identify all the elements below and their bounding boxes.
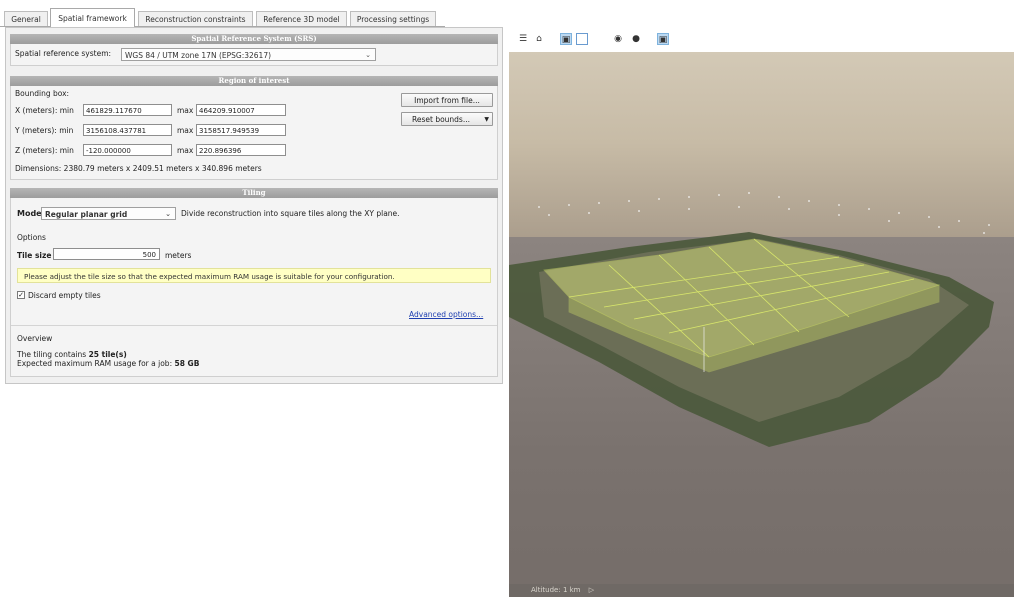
srs-label: Spatial reference system: — [15, 49, 112, 58]
scene-render — [509, 192, 994, 447]
x-max-label: max — [177, 106, 194, 115]
chevron-down-icon: ⌄ — [365, 51, 371, 59]
x-min-field[interactable]: 461829.117670 — [83, 104, 172, 116]
mode-select[interactable]: Regular planar grid ⌄ — [41, 207, 176, 220]
overview-divider — [11, 325, 497, 326]
tab-general[interactable]: General — [4, 11, 48, 26]
eye-icon[interactable]: ◉ — [612, 33, 624, 45]
overview-tile-count: 25 tile(s) — [88, 350, 127, 359]
tiling-section-header: Tiling — [10, 188, 498, 198]
tab-spatial-framework[interactable]: Spatial framework — [50, 8, 135, 27]
import-from-file-button[interactable]: Import from file... — [401, 93, 493, 107]
overview-line-ram: Expected maximum RAM usage for a job: 58… — [17, 359, 199, 368]
options-label: Options — [17, 233, 46, 242]
tab-processing-settings[interactable]: Processing settings — [350, 11, 436, 26]
chevron-down-icon: ⌄ — [165, 210, 171, 218]
cube-icon[interactable]: ▣ — [560, 33, 572, 45]
play-icon[interactable]: ▷ — [589, 586, 594, 594]
mode-select-value: Regular planar grid — [45, 210, 128, 219]
3d-viewport[interactable]: ☰ ⌂ ▣ ◉ ● ▣ Altitude: 1 km ▷ — [509, 27, 1014, 597]
dropdown-arrow-icon[interactable]: ▼ — [484, 113, 489, 127]
viewport-status-bar: Altitude: 1 km ▷ — [509, 584, 1014, 597]
mode-label: Mode — [17, 209, 42, 218]
tile-size-unit: meters — [165, 251, 192, 260]
tab-reference-3d-model[interactable]: Reference 3D model — [256, 11, 347, 26]
y-min-field[interactable]: 3156108.437781 — [83, 124, 172, 136]
y-max-field[interactable]: 3158517.949539 — [196, 124, 286, 136]
tiling-section: Mode Regular planar grid ⌄ Divide recons… — [10, 198, 498, 377]
srs-section-header: Spatial Reference System (SRS) — [10, 34, 498, 44]
spatial-framework-panel: Spatial Reference System (SRS) Spatial r… — [5, 27, 503, 384]
z-max-label: max — [177, 146, 194, 155]
overview-ram-value: 58 GB — [174, 359, 200, 368]
y-min-label: Y (meters): min — [15, 126, 74, 135]
srs-section: Spatial reference system: WGS 84 / UTM z… — [10, 44, 498, 66]
tab-reconstruction-constraints[interactable]: Reconstruction constraints — [138, 11, 253, 26]
roi-section: Bounding box: X (meters): min 461829.117… — [10, 86, 498, 180]
mode-description: Divide reconstruction into square tiles … — [181, 209, 400, 218]
discard-empty-tiles-checkbox[interactable]: ✓ — [17, 291, 25, 299]
z-max-field[interactable]: 220.896396 — [196, 144, 286, 156]
viewport-toolbar: ☰ ⌂ ▣ ◉ ● ▣ — [509, 27, 1014, 52]
srs-select[interactable]: WGS 84 / UTM zone 17N (EPSG:32617) ⌄ — [121, 48, 376, 61]
layers-icon[interactable]: ☰ — [517, 33, 529, 45]
bounding-box-label: Bounding box: — [15, 89, 70, 98]
advanced-options-link[interactable]: Advanced options... — [409, 310, 483, 319]
x-max-field[interactable]: 464209.910007 — [196, 104, 286, 116]
srs-select-value: WGS 84 / UTM zone 17N (EPSG:32617) — [125, 51, 272, 60]
camera-positions — [538, 192, 990, 234]
discard-empty-tiles-label: Discard empty tiles — [28, 291, 101, 300]
tile-cube-icon[interactable]: ▣ — [657, 33, 669, 45]
tile-size-label: Tile size — [17, 251, 52, 260]
z-min-label: Z (meters): min — [15, 146, 74, 155]
reset-bounds-label: Reset bounds... — [411, 115, 470, 124]
home-icon[interactable]: ⌂ — [533, 33, 545, 45]
z-min-field[interactable]: -120.000000 — [83, 144, 172, 156]
reset-bounds-button[interactable]: Reset bounds... ▼ — [401, 112, 493, 126]
overview-line-tiles: The tiling contains 25 tile(s) — [17, 350, 127, 359]
roi-section-header: Region of interest — [10, 76, 498, 86]
tile-size-field[interactable]: 500 — [53, 248, 160, 260]
frame-icon[interactable] — [576, 33, 588, 45]
camera-icon[interactable]: ● — [630, 33, 642, 45]
y-max-label: max — [177, 126, 194, 135]
overview-ram-prefix: Expected maximum RAM usage for a job: — [17, 359, 173, 368]
dimensions-text: Dimensions: 2380.79 meters x 2409.51 met… — [15, 164, 262, 173]
overview-tiles-prefix: The tiling contains — [17, 350, 87, 359]
x-min-label: X (meters): min — [15, 106, 74, 115]
viewport-status-text: Altitude: 1 km — [531, 586, 581, 594]
overview-label: Overview — [17, 334, 53, 343]
ram-hint-banner: Please adjust the tile size so that the … — [17, 268, 491, 283]
tab-bar: General Spatial framework Reconstruction… — [0, 0, 1014, 27]
